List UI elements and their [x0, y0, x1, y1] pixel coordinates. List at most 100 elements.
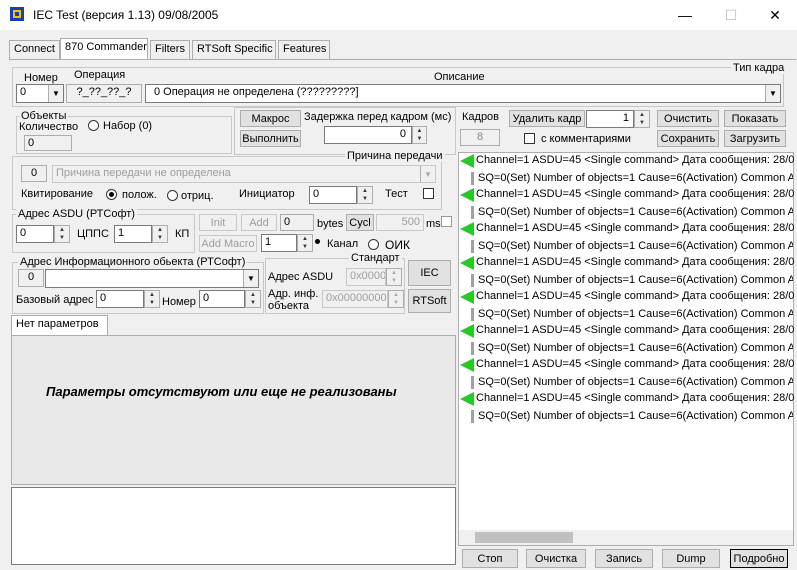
log-line[interactable]: SQ=0(Set) Number of objects=1 Cause=6(Ac…	[478, 408, 793, 425]
clear-frames-button[interactable]: Очистить	[657, 110, 719, 127]
dump-button[interactable]: Dump	[662, 549, 720, 568]
delay-spinner[interactable]: ▲ ▼	[412, 126, 427, 144]
log-line[interactable]: Channel=1 ASDU=45 <Single command> Дата …	[476, 152, 797, 169]
set-radio[interactable]	[88, 120, 99, 131]
channel-spinner[interactable]: ▲ ▼	[297, 234, 313, 252]
log-line[interactable]: SQ=0(Set) Number of objects=1 Cause=6(Ac…	[478, 238, 793, 255]
log-line[interactable]: Channel=1 ASDU=45 <Single command> Дата …	[476, 186, 797, 203]
log-line[interactable]: Channel=1 ASDU=45 <Single command> Дата …	[476, 390, 797, 407]
initiator-spinner[interactable]: ▲ ▼	[357, 186, 373, 204]
save-button[interactable]: Сохранить	[657, 130, 719, 147]
bar-icon	[471, 342, 474, 355]
tab-no-params[interactable]: Нет параметров	[11, 315, 108, 335]
tab-connect[interactable]: Connect	[9, 40, 60, 59]
description-select[interactable]: 0 Операция не определена (?????????] ▼	[145, 84, 781, 103]
close-button[interactable]: ✕	[752, 0, 797, 30]
description-select-value: 0 Операция не определена (?????????]	[154, 86, 359, 98]
ioa-code: 0	[18, 269, 44, 287]
channel-field[interactable]: 1	[261, 234, 297, 252]
ioa-number-field[interactable]: 0	[199, 290, 245, 308]
tab-features[interactable]: Features	[278, 40, 330, 59]
ioa-number-value: 0	[203, 292, 210, 304]
add-button[interactable]: Add	[241, 214, 277, 231]
log-line[interactable]: SQ=0(Set) Number of objects=1 Cause=6(Ac…	[478, 272, 793, 289]
base-address-label: Базовый адрес	[16, 294, 94, 306]
std-asdu-spinner[interactable]: ▲ ▼	[386, 268, 402, 286]
clear-log-button[interactable]: Очистка	[526, 549, 586, 568]
scrollbar-thumb[interactable]	[475, 532, 573, 543]
tab-rtsoft-specific[interactable]: RTSoft Specific	[192, 40, 276, 59]
ioa-number-spinner[interactable]: ▲ ▼	[245, 290, 261, 308]
test-checkbox[interactable]	[423, 188, 434, 199]
cpps-spinner[interactable]: ▲ ▼	[152, 225, 168, 243]
ack-negative-radio[interactable]	[167, 190, 178, 201]
stop-button[interactable]: Стоп	[462, 549, 518, 568]
ioa-label: Адрес Информационного обьекта (РТСофт)	[18, 256, 248, 268]
cycl-button[interactable]: Cycl	[346, 214, 374, 231]
delete-frame-spinner[interactable]: ▲ ▼	[634, 110, 650, 128]
maximize-button[interactable]: ☐	[708, 0, 754, 30]
bar-icon	[471, 172, 474, 185]
std-asdu-label: Адрес ASDU	[268, 271, 334, 283]
asdu-field[interactable]: 0	[16, 225, 54, 243]
load-button[interactable]: Загрузить	[724, 130, 786, 147]
notes-area[interactable]	[11, 487, 456, 565]
initiator-value: 0	[313, 188, 320, 200]
init-button[interactable]: Init	[199, 214, 237, 231]
log-line[interactable]: Channel=1 ASDU=45 <Single command> Дата …	[476, 356, 797, 373]
count-field: 0	[24, 135, 72, 151]
asdu-spinner[interactable]: ▲ ▼	[54, 225, 70, 243]
chevron-down-icon: ▼	[48, 85, 63, 102]
log-line[interactable]: SQ=0(Set) Number of objects=1 Cause=6(Ac…	[478, 306, 793, 323]
log-line[interactable]: Channel=1 ASDU=45 <Single command> Дата …	[476, 288, 797, 305]
arrow-left-icon	[460, 222, 474, 236]
tab-filters[interactable]: Filters	[150, 40, 190, 59]
channel-value: 1	[265, 236, 272, 248]
delay-field[interactable]: 0	[324, 126, 412, 144]
arrow-left-icon	[460, 154, 474, 168]
cpps-field[interactable]: 1	[114, 225, 152, 243]
oik-radio[interactable]	[368, 239, 379, 250]
bytes-label: bytes	[317, 218, 344, 230]
run-button[interactable]: Выполнить	[240, 130, 301, 147]
arrow-left-icon	[460, 358, 474, 372]
rtsoft-button[interactable]: RTSoft	[408, 289, 451, 313]
log-line[interactable]: Channel=1 ASDU=45 <Single command> Дата …	[476, 322, 797, 339]
minimize-button[interactable]: —	[662, 0, 708, 30]
log-line[interactable]: SQ=0(Set) Number of objects=1 Cause=6(Ac…	[478, 374, 793, 391]
number-select[interactable]: 0 ▼	[16, 84, 64, 103]
base-address-spinner[interactable]: ▲ ▼	[144, 290, 160, 308]
delete-frame-field[interactable]: 1	[586, 110, 634, 128]
channel-radio[interactable]	[313, 237, 324, 248]
chevron-down-icon: ▼	[765, 85, 780, 102]
with-comments-checkbox[interactable]	[524, 133, 535, 144]
tab-870-commander[interactable]: 870 Commander	[60, 38, 148, 60]
ioa-select[interactable]: ▼	[45, 269, 259, 288]
iec-button[interactable]: IEC	[408, 260, 451, 286]
std-ioa-label-1: Адр. инф.	[268, 288, 319, 300]
bar-icon	[471, 376, 474, 389]
add-macro-button[interactable]: Add Macro	[199, 235, 257, 252]
record-button[interactable]: Запись	[595, 549, 653, 568]
delete-frame-button[interactable]: Удалить кадр	[509, 110, 585, 127]
std-ioa-label-2: объекта	[268, 300, 310, 312]
test-label: Тест	[385, 188, 408, 200]
initiator-field[interactable]: 0	[309, 186, 357, 204]
base-address-field[interactable]: 0	[96, 290, 144, 308]
log-line[interactable]: SQ=0(Set) Number of objects=1 Cause=6(Ac…	[478, 204, 793, 221]
detail-button[interactable]: Подробно	[730, 549, 788, 568]
cycl-checkbox[interactable]	[441, 216, 452, 227]
macro-button[interactable]: Макрос	[240, 110, 301, 127]
log-line[interactable]: SQ=0(Set) Number of objects=1 Cause=6(Ac…	[478, 170, 793, 187]
description-label: Описание	[434, 71, 485, 83]
std-ioa-spinner[interactable]: ▲ ▼	[388, 290, 404, 308]
ack-positive-radio[interactable]	[106, 189, 117, 200]
log-line[interactable]: Channel=1 ASDU=45 <Single command> Дата …	[476, 220, 797, 237]
log-line[interactable]: Channel=1 ASDU=45 <Single command> Дата …	[476, 254, 797, 271]
log-line[interactable]: SQ=0(Set) Number of objects=1 Cause=6(Ac…	[478, 340, 793, 357]
horizontal-scrollbar[interactable]	[459, 530, 793, 545]
show-button[interactable]: Показать	[724, 110, 786, 127]
asdu-label: Адрес ASDU (РТСофт)	[16, 208, 137, 220]
delete-frame-value: 1	[622, 112, 629, 124]
cause-label: Причина передачи	[345, 150, 445, 162]
